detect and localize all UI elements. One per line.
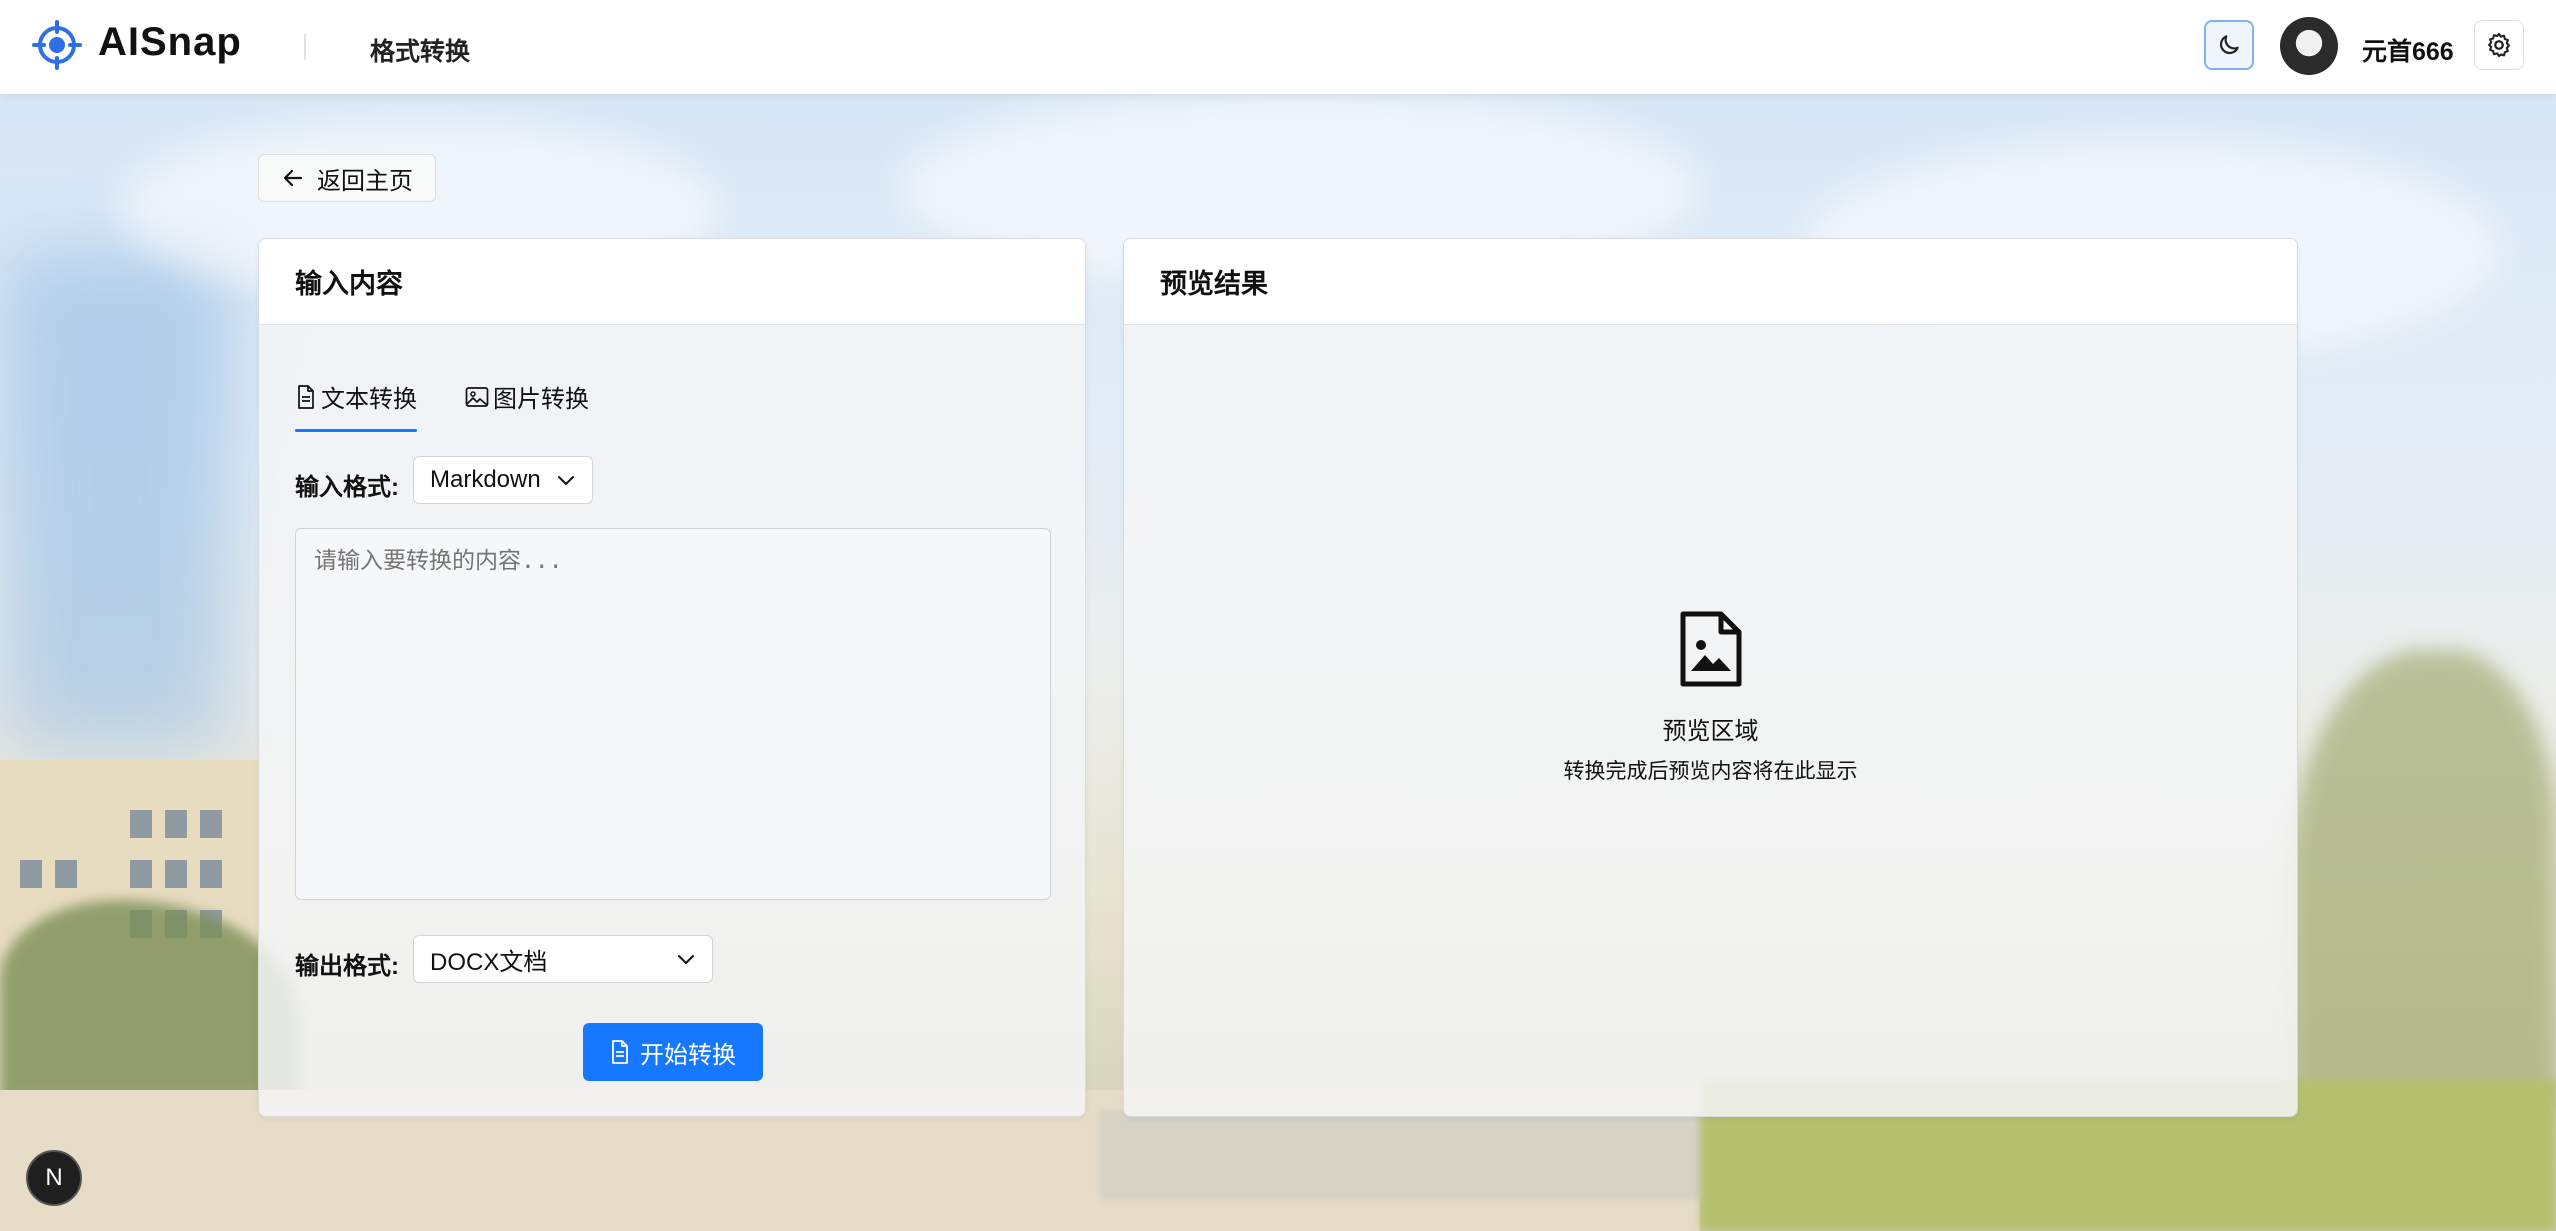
document-icon [612, 1040, 628, 1064]
brand-name[interactable]: AISnap [98, 20, 242, 65]
back-home-label: 返回主页 [317, 167, 413, 195]
preview-empty-title: 预览区域 [1662, 718, 1759, 745]
back-home-button[interactable]: 返回主页 [258, 154, 436, 202]
username[interactable]: 元首666 [2362, 32, 2454, 68]
start-conversion-button[interactable]: 开始转换 [583, 1023, 763, 1081]
input-format-select[interactable]: Markdown [413, 456, 593, 504]
input-panel-title: 输入内容 [259, 239, 1085, 325]
output-format-value: DOCX文档 [430, 948, 548, 976]
input-format-value: Markdown [430, 466, 541, 493]
n-badge-letter: N [45, 1164, 63, 1191]
output-format-label: 输出格式: [295, 953, 399, 980]
preview-panel-title: 预览结果 [1124, 239, 2297, 325]
theme-toggle-button[interactable] [2204, 20, 2254, 70]
arrow-left-icon [283, 169, 303, 187]
image-icon [465, 386, 489, 407]
preview-area: 预览区域 转换完成后预览内容将在此显示 [1124, 325, 2297, 1116]
start-conversion-label: 开始转换 [640, 1041, 736, 1069]
moon-icon [2219, 35, 2239, 55]
content-textarea[interactable] [295, 528, 1051, 900]
preview-panel: 预览结果 预览区域 转换完成后预览内容将在此显示 [1123, 238, 2298, 1117]
input-format-label: 输入格式: [295, 474, 399, 501]
file-image-icon [1680, 611, 1742, 687]
tab-image-conversion-label: 图片转换 [493, 386, 589, 413]
settings-button[interactable] [2474, 20, 2524, 70]
logo-icon [32, 20, 82, 70]
top-navbar: AISnap 格式转换 元首666 [0, 0, 2556, 94]
preview-empty-description: 转换完成后预览内容将在此显示 [1563, 760, 1858, 783]
conversion-tabs: 文本转换 图片转换 [295, 379, 589, 432]
chevron-down-icon [558, 476, 574, 485]
output-format-select[interactable]: DOCX文档 [413, 935, 713, 983]
page-title: 格式转换 [370, 38, 471, 66]
tab-image-conversion[interactable]: 图片转换 [465, 379, 589, 432]
input-panel: 输入内容 文本转换 图片转换 输入格式: Markdown 输出格式: DOCX… [258, 238, 1086, 1117]
header-divider [304, 34, 306, 60]
document-icon [298, 384, 314, 409]
tab-text-conversion[interactable]: 文本转换 [295, 379, 417, 432]
floating-n-button[interactable]: N [26, 1150, 82, 1206]
gear-icon [2488, 32, 2510, 58]
avatar[interactable] [2280, 17, 2338, 75]
chevron-down-icon [678, 955, 694, 964]
tab-text-conversion-label: 文本转换 [321, 386, 417, 413]
